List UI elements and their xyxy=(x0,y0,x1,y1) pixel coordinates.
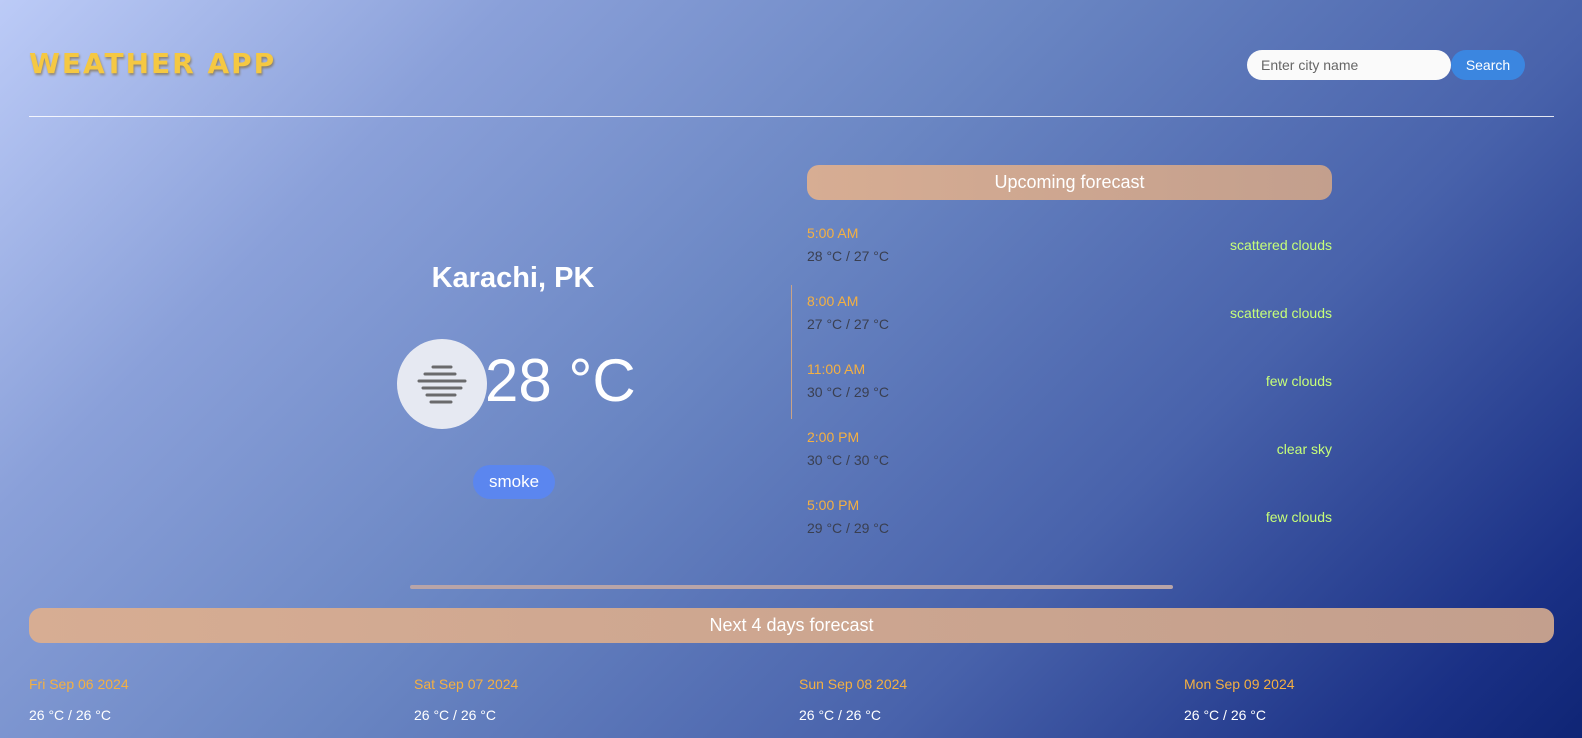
day-forecast: Mon Sep 09 2024 26 °C / 26 °C xyxy=(1184,676,1544,723)
day-forecast: Fri Sep 06 2024 26 °C / 26 °C xyxy=(29,676,389,723)
mist-icon xyxy=(397,339,487,429)
upcoming-forecast-title: Upcoming forecast xyxy=(807,165,1332,200)
forecast-time: 8:00 AM xyxy=(807,293,859,309)
forecast-desc: scattered clouds xyxy=(1230,237,1332,253)
day-date: Fri Sep 06 2024 xyxy=(29,676,129,692)
day-temp: 26 °C / 26 °C xyxy=(799,707,882,723)
forecast-time: 5:00 AM xyxy=(807,225,859,241)
forecast-temp: 28 °C / 27 °C xyxy=(807,248,890,264)
city-search-input[interactable] xyxy=(1247,50,1451,80)
forecast-temp: 30 °C / 29 °C xyxy=(807,384,890,400)
forecast-item: 8:00 AM 27 °C / 27 °C scattered clouds xyxy=(807,293,1332,343)
forecast-desc: scattered clouds xyxy=(1230,305,1332,321)
day-date: Sun Sep 08 2024 xyxy=(799,676,908,692)
forecast-item: 5:00 AM 28 °C / 27 °C scattered clouds xyxy=(807,225,1332,275)
search-button[interactable]: Search xyxy=(1451,50,1525,80)
forecast-item: 2:00 PM 30 °C / 30 °C clear sky xyxy=(807,429,1332,479)
forecast-item: 11:00 AM 30 °C / 29 °C few clouds xyxy=(807,361,1332,411)
day-temp: 26 °C / 26 °C xyxy=(414,707,497,723)
current-temperature: 28 °C xyxy=(485,347,636,414)
day-forecast: Sat Sep 07 2024 26 °C / 26 °C xyxy=(414,676,774,723)
day-temp: 26 °C / 26 °C xyxy=(1184,707,1267,723)
forecast-temp: 27 °C / 27 °C xyxy=(807,316,890,332)
forecast-desc: clear sky xyxy=(1276,441,1332,457)
forecast-temp: 29 °C / 29 °C xyxy=(807,520,890,536)
daily-forecast-title: Next 4 days forecast xyxy=(29,608,1554,643)
day-date: Sat Sep 07 2024 xyxy=(414,676,519,692)
forecast-item: 5:00 PM 29 °C / 29 °C few clouds xyxy=(807,497,1332,547)
day-forecast: Sun Sep 08 2024 26 °C / 26 °C xyxy=(799,676,1159,723)
horizontal-scrollbar[interactable] xyxy=(410,585,1173,589)
day-date: Mon Sep 09 2024 xyxy=(1184,676,1295,692)
city-name: Karachi, PK xyxy=(431,262,595,294)
forecast-desc: few clouds xyxy=(1265,509,1332,525)
forecast-time: 2:00 PM xyxy=(807,429,860,445)
divider-line xyxy=(791,285,792,419)
forecast-time: 11:00 AM xyxy=(807,361,866,377)
forecast-time: 5:00 PM xyxy=(807,497,860,513)
day-temp: 26 °C / 26 °C xyxy=(29,707,112,723)
condition-badge: smoke xyxy=(473,465,555,499)
app-logo: WEATHER APP xyxy=(29,47,277,80)
forecast-desc: few clouds xyxy=(1265,373,1332,389)
forecast-temp: 30 °C / 30 °C xyxy=(807,452,890,468)
